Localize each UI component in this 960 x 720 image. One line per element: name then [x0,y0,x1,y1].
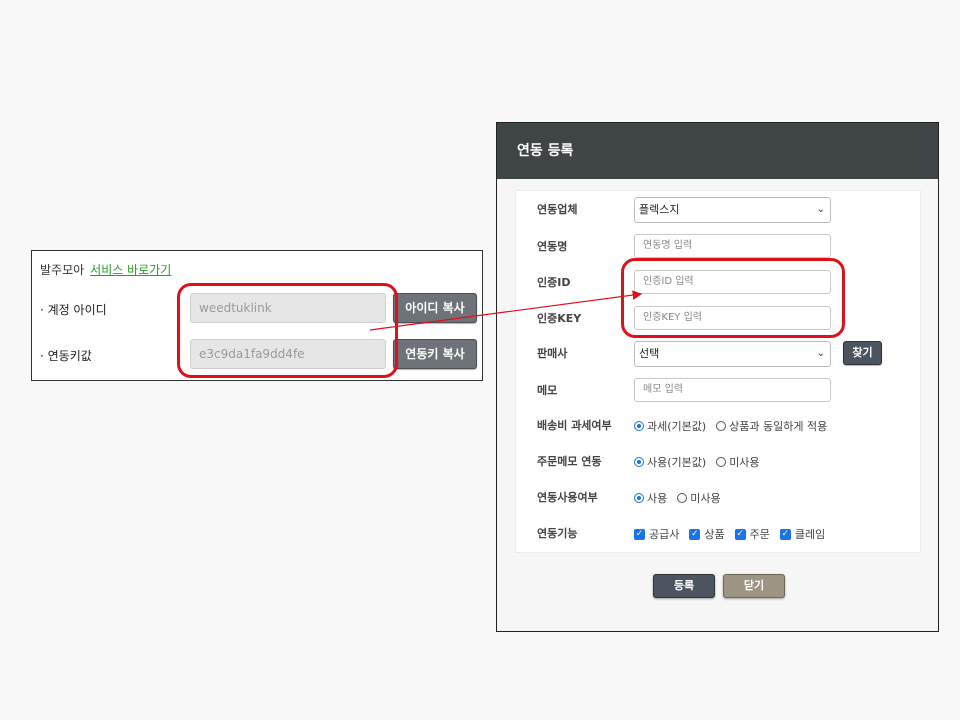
form-card: 연동업체 플렉스지 ⌄ 연동명 연동명 입력 인증ID 인증ID 입력 인증KE… [515,190,921,553]
memo-label: 메모 [537,384,558,397]
vendor-label: 연동업체 [537,203,578,216]
radio-selected-icon [634,457,644,467]
feature-product-checkbox[interactable]: ✓ 상품 [689,526,725,542]
memo-input[interactable]: 메모 입력 [634,378,831,402]
checkbox-checked-icon: ✓ [779,528,791,540]
order-memo-row: 주문메모 연동 사용(기본값) 미사용 [516,449,920,475]
highlight-box-right [621,258,845,338]
service-shortcut-link[interactable]: 서비스 바로가기 [90,263,171,277]
seller-selected: 선택 [639,347,660,360]
order-memo-option-use[interactable]: 사용(기본값) [634,454,706,470]
order-memo-label: 주문메모 연동 [537,455,602,468]
register-button[interactable]: 등록 [653,574,715,598]
close-button[interactable]: 닫기 [723,574,785,598]
feature-supplier-checkbox[interactable]: ✓ 공급사 [634,526,679,542]
features-label: 연동기능 [537,527,578,540]
order-memo-option-unused[interactable]: 미사용 [716,454,760,470]
radio-icon [677,493,688,503]
shipping-tax-option-same[interactable]: 상품과 동일하게 적용 [716,418,827,434]
shipping-tax-options: 과세(기본값) 상품과 동일하게 적용 [634,413,837,439]
highlight-box-left [177,283,398,378]
usage-label: 연동사용여부 [537,491,598,504]
chevron-down-icon: ⌄ [816,204,825,215]
integration-key-label: · 연동키값 [40,349,92,363]
radio-icon [716,421,727,431]
name-label: 연동명 [537,240,568,253]
seller-row: 판매사 선택 ⌄ 찾기 [516,341,920,367]
auth-id-label: 인증ID [537,276,571,289]
dialog-title: 연동 등록 [497,123,938,179]
auth-key-label: 인증KEY [537,312,582,325]
find-seller-button[interactable]: 찾기 [843,341,882,365]
account-id-label: · 계정 아이디 [40,303,107,317]
feature-order-checkbox[interactable]: ✓ 주문 [734,526,770,542]
radio-icon [716,457,727,467]
copy-key-button[interactable]: 연동키 복사 [393,339,477,369]
features-options: ✓ 공급사 ✓ 상품 ✓ 주문 ✓ 클레임 [634,521,835,547]
checkbox-checked-icon: ✓ [634,528,645,540]
service-name: 발주모아 [40,263,85,277]
checkbox-checked-icon: ✓ [689,528,701,540]
checkbox-checked-icon: ✓ [734,528,746,540]
integration-register-dialog: 연동 등록 연동업체 플렉스지 ⌄ 연동명 연동명 입력 인증ID 인증ID 입… [496,122,939,632]
vendor-row: 연동업체 플렉스지 ⌄ [516,197,920,223]
radio-selected-icon [634,493,644,503]
usage-option-use[interactable]: 사용 [634,490,667,506]
copy-id-button[interactable]: 아이디 복사 [393,293,477,323]
features-row: 연동기능 ✓ 공급사 ✓ 상품 ✓ 주문 ✓ 클레임 [516,521,920,547]
panel-header: 발주모아 서비스 바로가기 [40,261,171,278]
shipping-tax-row: 배송비 과세여부 과세(기본값) 상품과 동일하게 적용 [516,413,920,439]
vendor-select[interactable]: 플렉스지 ⌄ [634,197,831,223]
feature-claim-checkbox[interactable]: ✓ 클레임 [779,526,825,542]
vendor-selected: 플렉스지 [639,203,680,216]
order-memo-options: 사용(기본값) 미사용 [634,449,770,475]
usage-option-unused[interactable]: 미사용 [677,490,721,506]
shipping-tax-label: 배송비 과세여부 [537,419,612,432]
usage-row: 연동사용여부 사용 미사용 [516,485,920,511]
seller-select[interactable]: 선택 ⌄ [634,341,831,367]
shipping-tax-option-taxed[interactable]: 과세(기본값) [634,418,706,434]
radio-selected-icon [634,421,644,431]
chevron-down-icon: ⌄ [816,348,825,359]
seller-label: 판매사 [537,347,568,360]
usage-options: 사용 미사용 [634,485,731,511]
memo-row: 메모 메모 입력 [516,378,920,404]
name-input[interactable]: 연동명 입력 [634,234,831,258]
name-row: 연동명 연동명 입력 [516,234,920,260]
